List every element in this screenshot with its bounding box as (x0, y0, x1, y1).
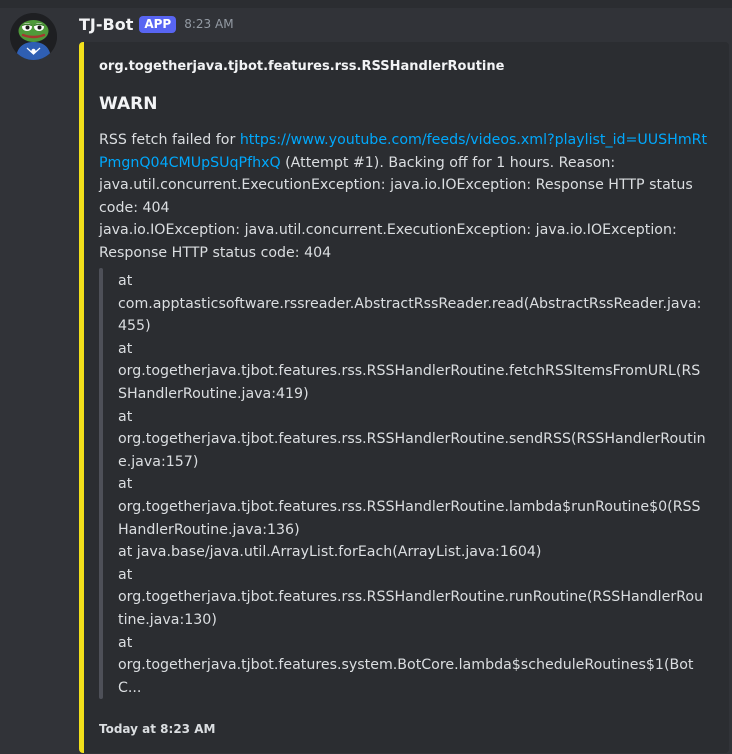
stack-line: at (118, 476, 133, 493)
stacktrace-quote: at com.apptasticsoftware.rssreader.Abstr… (99, 268, 714, 715)
stack-line: com.apptasticsoftware.rssreader.Abstract… (118, 295, 702, 335)
quote-bar (99, 268, 103, 699)
embed-author: org.togetherjava.tjbot.features.rss.RSSH… (99, 59, 505, 74)
stack-line: org.togetherjava.tjbot.features.rss.RSSH… (118, 363, 701, 402)
stack-line: org.togetherjava.tjbot.features.system.B… (118, 657, 694, 696)
stacktrace-text: at com.apptasticsoftware.rssreader.Abstr… (118, 270, 708, 699)
top-bar (0, 0, 732, 8)
desc-prefix: RSS fetch failed for (99, 132, 240, 148)
stack-line: at (118, 408, 133, 425)
message-timestamp[interactable]: 8:23 AM (184, 17, 233, 31)
embed-title: WARN (99, 94, 158, 114)
pepe-frog-avatar-icon (10, 13, 57, 60)
embed-card: org.togetherjava.tjbot.features.rss.RSSH… (79, 42, 729, 753)
desc-line-2: java.io.IOException: java.util.concurren… (99, 222, 677, 261)
stack-line: at (118, 634, 133, 651)
stack-line: at (118, 340, 133, 357)
stack-line: at (118, 566, 133, 583)
stack-line: org.togetherjava.tjbot.features.rss.RSSH… (118, 431, 706, 470)
message-header: TJ-Bot APP 8:23 AM (79, 13, 234, 35)
stack-line: org.togetherjava.tjbot.features.rss.RSSH… (118, 589, 704, 628)
stack-line: org.togetherjava.tjbot.features.rss.RSSH… (118, 498, 701, 538)
app-badge: APP (139, 15, 177, 33)
bot-avatar[interactable] (10, 13, 57, 60)
embed-description: RSS fetch failed for https://www.youtube… (99, 129, 714, 265)
embed-footer-timestamp: Today at 8:23 AM (99, 722, 216, 736)
stack-line: at java.base/java.util.ArrayList.forEach… (118, 544, 542, 561)
stack-line: at (118, 273, 133, 289)
username[interactable]: TJ-Bot (79, 15, 133, 34)
chat-message: TJ-Bot APP 8:23 AM org.togetherjava.tjbo… (0, 8, 732, 754)
